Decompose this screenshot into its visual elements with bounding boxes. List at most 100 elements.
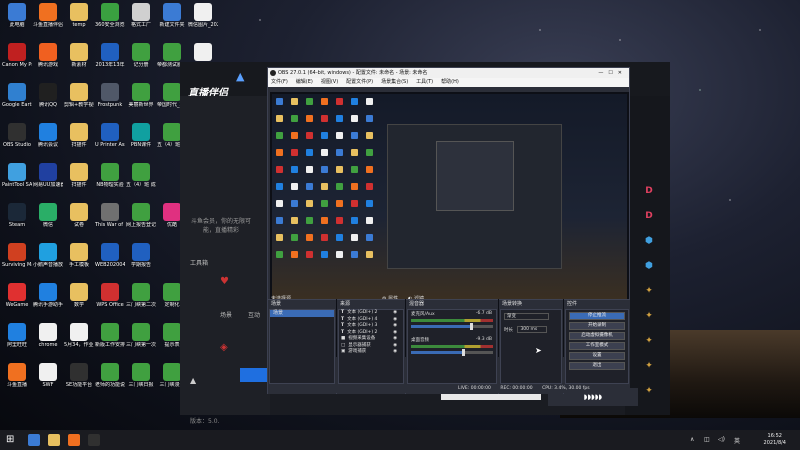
window-controls[interactable]: —☐✕ xyxy=(598,68,627,78)
tray-up-icon[interactable]: ∧ xyxy=(690,436,694,443)
desktop-icon[interactable]: 腾讯手游助手 xyxy=(33,283,63,308)
gift-icon-4[interactable]: ✦ xyxy=(643,361,655,373)
taskbar-app-icon[interactable] xyxy=(88,434,100,446)
obs-menu-item[interactable]: 场景集合(S) xyxy=(381,78,408,87)
desktop-icon[interactable]: 新建文件夹 xyxy=(157,3,187,28)
desktop-icon[interactable]: 微信 xyxy=(33,203,63,228)
desktop-icon[interactable]: Steam xyxy=(2,203,32,228)
desktop-icon[interactable]: 三门峡第一次 成绩 xyxy=(126,323,156,348)
gift-icon[interactable]: ✦ xyxy=(643,286,655,298)
obs-menu-item[interactable]: 帮助(H) xyxy=(441,78,459,87)
desktop-icon[interactable]: Frostpunk xyxy=(95,83,125,108)
volume-slider[interactable] xyxy=(411,323,493,330)
live-nav-interact[interactable]: 互动 xyxy=(248,310,260,319)
desktop-icon[interactable]: 新素材 xyxy=(64,43,94,68)
desktop-icon[interactable]: 网上报告登记表 xyxy=(126,203,156,228)
desktop-icon[interactable]: 新版工作安排 xyxy=(95,323,125,348)
desktop-icon[interactable]: temp xyxy=(64,3,94,28)
desktop-icon[interactable]: 2013年13年 xyxy=(95,43,125,68)
desktop-icon[interactable]: WEB2020040... xyxy=(95,243,125,268)
desktop-icon[interactable]: WeGame xyxy=(2,283,32,308)
obs-menu-item[interactable]: 文件(F) xyxy=(271,78,288,87)
obs-menu-item[interactable]: 工具(T) xyxy=(416,78,433,87)
obs-menu-item[interactable]: 视图(V) xyxy=(321,78,338,87)
source-item[interactable]: ▣ 游戏捕获 ◉ xyxy=(339,349,403,356)
desktop-icon[interactable]: 五（4）班 成绩单 xyxy=(126,163,156,188)
gift-icon-3[interactable]: ✦ xyxy=(643,336,655,348)
desktop-icon[interactable]: 三门峡第二次采集 xyxy=(126,283,156,308)
desktop-icon[interactable]: 美丽新世界 xyxy=(126,83,156,108)
obs-menu-item[interactable]: 配置文件(P) xyxy=(346,78,373,87)
cube-icon-2[interactable]: ⬢ xyxy=(643,261,655,273)
obs-title-bar[interactable]: OBS 27.0.1 (64-bit, windows) - 配置文件: 未命名… xyxy=(268,68,629,78)
control-button[interactable]: 开始录制 xyxy=(569,322,625,330)
desktop-icon[interactable]: 扫描件 xyxy=(64,123,94,148)
desktop-icon[interactable]: 剪辑+教学视频 xyxy=(64,83,94,108)
control-button[interactable]: 工作室模式 xyxy=(569,342,625,350)
notify-icon[interactable]: ▲ xyxy=(190,376,196,385)
desktop-icon[interactable]: WPS Office xyxy=(95,283,125,308)
control-button[interactable]: 停止推流 xyxy=(569,312,625,320)
desktop-icon[interactable]: 此电脑 xyxy=(2,3,32,28)
taskbar-app-icon[interactable] xyxy=(68,434,80,446)
desktop-icon[interactable]: Canon My Printer xyxy=(2,43,32,68)
desktop-icon[interactable]: NB物理实验 xyxy=(95,163,125,188)
obs-menu-item[interactable]: 编辑(E) xyxy=(296,78,313,87)
desktop-icon[interactable]: 斗鱼直播伴侣 xyxy=(33,3,63,28)
desktop-icon[interactable]: 学期报告 xyxy=(126,243,156,268)
desktop-icon[interactable]: 格式工厂 xyxy=(126,3,156,28)
start-icon[interactable]: ⊞ xyxy=(6,434,18,446)
desktop-icon[interactable]: 手工模板 xyxy=(64,243,94,268)
desktop-icon[interactable]: SWF xyxy=(33,363,63,388)
live-nav-toolbox[interactable]: 工具箱 xyxy=(190,258,208,267)
desktop-icon[interactable]: 5月34，作业 文件 xyxy=(64,323,94,348)
live-nav-scene[interactable]: 场景 xyxy=(220,310,232,319)
ime-label[interactable]: 英 xyxy=(734,436,740,445)
desktop-icon[interactable]: Surviving Mars xyxy=(2,243,32,268)
control-button[interactable]: 设置 xyxy=(569,352,625,360)
desktop-icon[interactable]: Google Earth Pro xyxy=(2,83,32,108)
volume-icon[interactable]: ◁) xyxy=(718,436,725,443)
desktop-icon[interactable]: U Printer Assistan... xyxy=(95,123,125,148)
desktop-icon[interactable]: 小鹅声音播放器 xyxy=(33,243,63,268)
control-button[interactable]: 退出 xyxy=(569,362,625,370)
desktop-icon[interactable]: 阿里旺旺 xyxy=(2,323,32,348)
taskbar-clock[interactable]: 16:52 2021/8/4 xyxy=(764,433,786,447)
cube-icon[interactable]: ⬢ xyxy=(643,236,655,248)
gift-icon-2[interactable]: ✦ xyxy=(643,311,655,323)
desktop-icon[interactable]: OBS Studio xyxy=(2,123,32,148)
desktop-icon[interactable]: 360安全浏览器 xyxy=(95,3,125,28)
desktop-icon[interactable]: 记分册 xyxy=(126,43,156,68)
desktop-icon[interactable]: 三门峡日报 xyxy=(126,363,156,388)
desktop-icon[interactable]: This War of Mine xyxy=(95,203,125,228)
desktop-icon[interactable]: 数学 xyxy=(64,283,94,308)
desktop-icon[interactable]: 腾讯会议 xyxy=(33,123,63,148)
desktop-icon[interactable]: PBN课件 xyxy=(126,123,156,148)
visibility-eye-icon[interactable]: ◉ xyxy=(393,349,397,356)
volume-slider[interactable] xyxy=(411,349,493,356)
desktop-icon[interactable]: chrome xyxy=(33,323,63,348)
scene-item[interactable]: 场景 xyxy=(270,310,334,317)
desktop-icon[interactable]: 腾讯游戏 xyxy=(33,43,63,68)
desktop-icon[interactable]: PaintTool SAI Ver.1 xyxy=(2,163,32,188)
taskbar-app-icon[interactable] xyxy=(28,434,40,446)
desktop-icon[interactable]: 微信图片_2021042... xyxy=(188,3,218,28)
game-icon[interactable]: ◈ xyxy=(220,342,228,353)
obs-window[interactable]: OBS 27.0.1 (64-bit, windows) - 配置文件: 未命名… xyxy=(267,67,630,394)
duration-input[interactable]: 300 ms xyxy=(517,326,548,333)
desktop-icon[interactable]: 腾讯QQ xyxy=(33,83,63,108)
desktop-icon[interactable]: 斗鱼直播 xyxy=(2,363,32,388)
desktop-icon[interactable]: 扫描件 xyxy=(64,163,94,188)
badge-d-icon-2[interactable]: D xyxy=(643,211,655,223)
badge-d-icon[interactable]: D xyxy=(643,186,655,198)
transition-type-select[interactable]: 渐变 xyxy=(504,313,549,320)
app-icon xyxy=(8,203,26,221)
desktop-icon[interactable]: 试卷 xyxy=(64,203,94,228)
desktop-icon[interactable]: SE功能平台 xyxy=(64,363,94,388)
network-icon[interactable]: ◫ xyxy=(704,436,710,443)
taskbar-app-icon[interactable] xyxy=(48,434,60,446)
heart-icon[interactable]: ♥ xyxy=(220,276,229,287)
desktop-icon[interactable]: 老师的功能说明 xyxy=(95,363,125,388)
desktop-icon[interactable]: 网易UU加速器 xyxy=(33,163,63,188)
control-button[interactable]: 启动虚拟摄像机 xyxy=(569,332,625,340)
